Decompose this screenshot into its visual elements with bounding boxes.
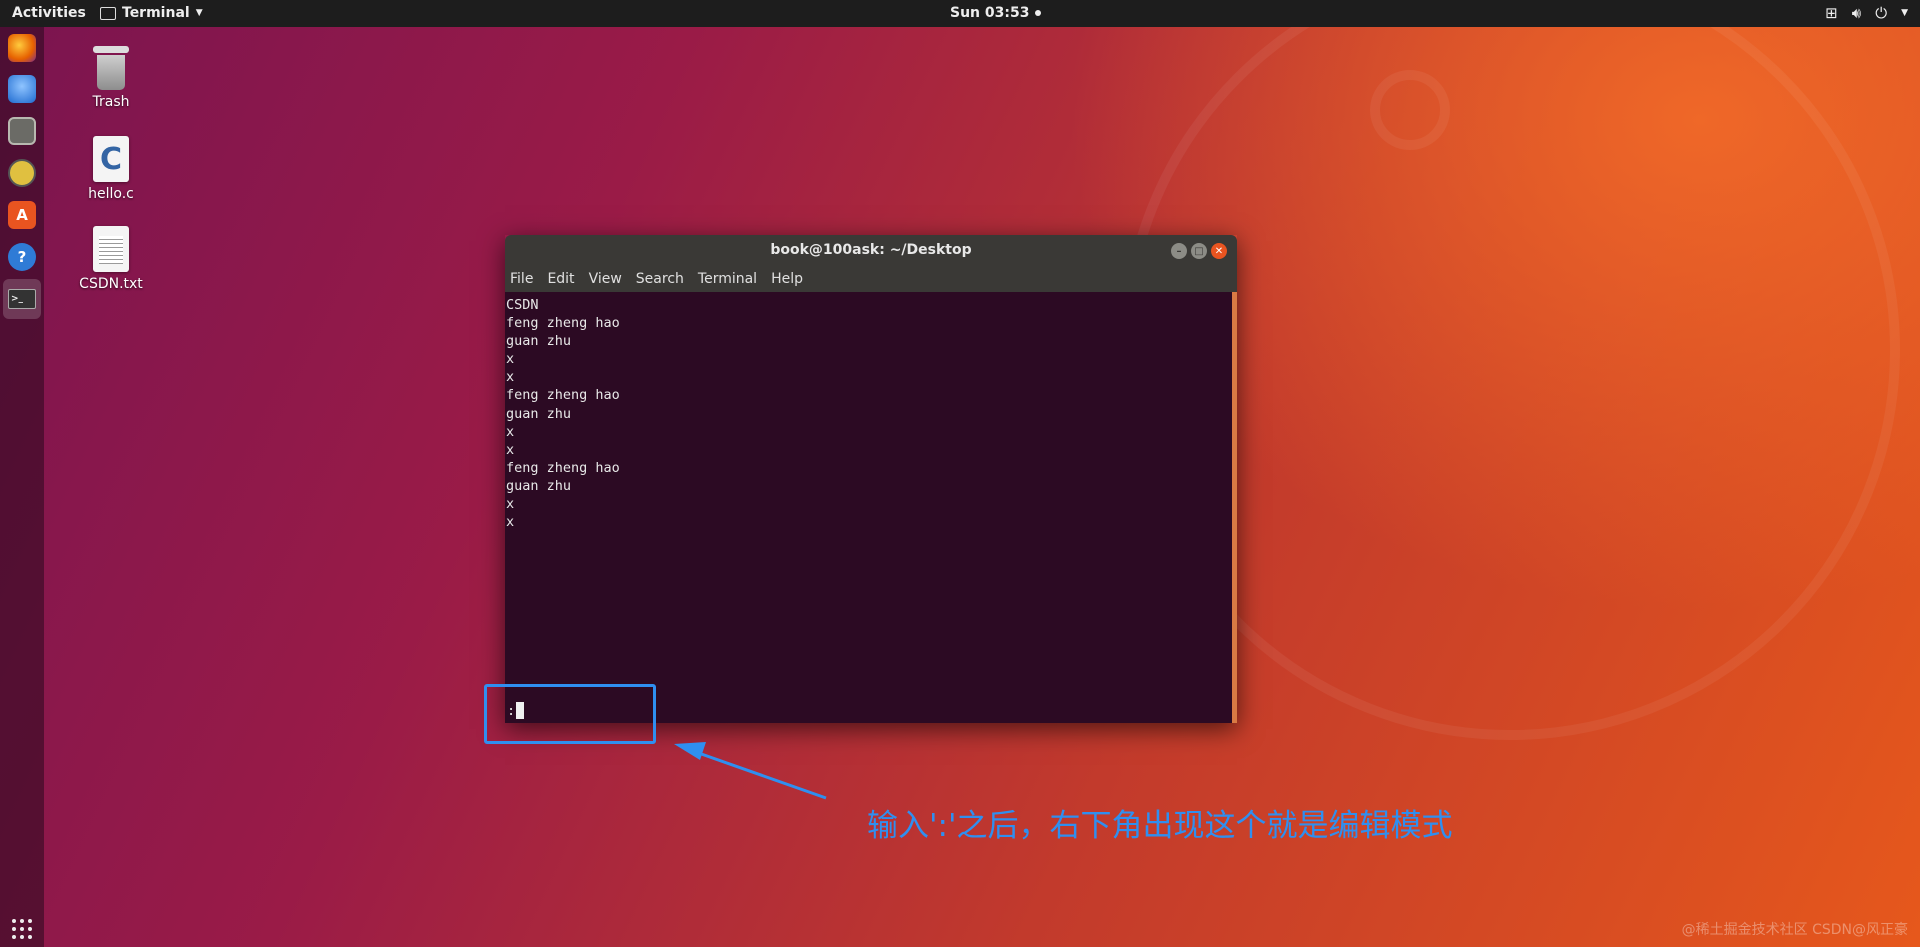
watermark: @稀土掘金技术社区 CSDN@风正豪 (1681, 922, 1908, 938)
annotation-text: 输入':'之后，右下角出现这个就是编辑模式 (867, 808, 1453, 844)
